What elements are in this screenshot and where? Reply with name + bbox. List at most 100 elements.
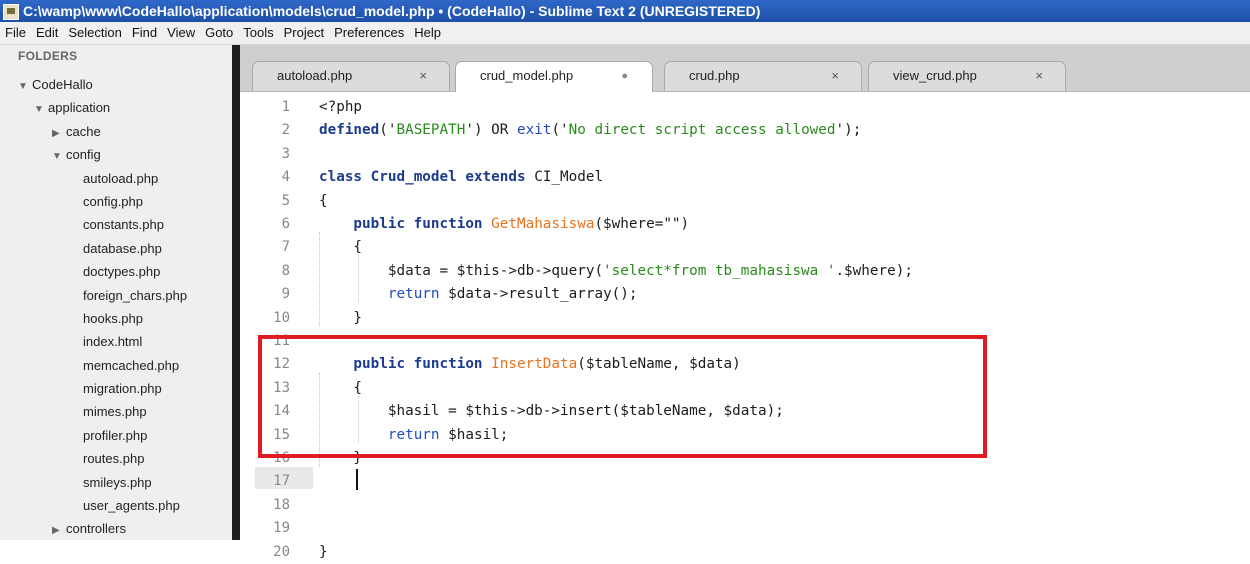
code-token: public function (319, 216, 492, 232)
menu-help[interactable]: Help (409, 22, 446, 44)
code-token: <?php (319, 99, 363, 115)
file-item-user-agents-php[interactable]: user_agents.php (0, 494, 232, 517)
code-token: $data->result_array(); (448, 286, 638, 303)
sidebar-splitter[interactable] (232, 45, 240, 540)
close-tab-icon[interactable]: × (831, 62, 839, 90)
file-item-hooks-php[interactable]: hooks.php (0, 307, 232, 330)
disclosure-expanded-icon[interactable]: ▼ (34, 98, 48, 121)
tab-crud-model-php[interactable]: crud_model.php ● (455, 61, 653, 92)
close-tab-icon[interactable]: × (1035, 62, 1043, 90)
text-cursor (356, 469, 358, 490)
line-number: 10 (273, 309, 290, 326)
file-item-index-html[interactable]: index.html (0, 330, 232, 353)
line-number: 20 (273, 543, 290, 560)
tree-item-label: profiler.php (83, 427, 148, 443)
menu-project[interactable]: Project (279, 22, 329, 44)
menu-preferences[interactable]: Preferences (329, 22, 409, 44)
code-token: { (319, 239, 363, 256)
menu-goto[interactable]: Goto (200, 22, 238, 44)
file-item-smileys-php[interactable]: smileys.php (0, 471, 232, 494)
code-line[interactable]: $data = $this->db->query('select*from tb… (319, 260, 913, 283)
tree-item-label: smileys.php (83, 474, 152, 490)
folder-item-config[interactable]: ▼ config (0, 143, 232, 166)
tab-label: crud_model.php (480, 68, 574, 83)
menu-view[interactable]: View (162, 22, 200, 44)
menu-tools[interactable]: Tools (238, 22, 278, 44)
file-item-memcached-php[interactable]: memcached.php (0, 354, 232, 377)
code-token: } (319, 309, 363, 326)
folder-item-codehallo[interactable]: ▼ CodeHallo (0, 73, 232, 96)
tree-item-label: routes.php (83, 451, 145, 467)
file-item-constants-php[interactable]: constants.php (0, 213, 232, 236)
code-editor[interactable]: 1 2 3 4 5 6 7 8 9 10 11 12 13 14 15 16 17 18 19 20 <?php def… (240, 92, 1250, 560)
tree-item-label: user_agents.php (83, 498, 180, 514)
line-number: 17 (273, 473, 290, 490)
code-line[interactable]: } (319, 541, 328, 564)
code-line[interactable]: defined('BASEPATH') OR exit('No direct s… (319, 119, 861, 142)
code-line[interactable]: public function GetMahasiswa($where="") (319, 213, 689, 236)
disclosure-expanded-icon[interactable]: ▼ (18, 75, 32, 98)
code-token: return (387, 286, 449, 303)
tab-autoload-php[interactable]: autoload.php × (252, 61, 450, 91)
tree-item-label: config.php (83, 193, 143, 209)
code-token: Crud_model (370, 169, 466, 186)
code-token: defined (319, 122, 380, 139)
code-token: CI_Model (534, 169, 604, 186)
tree-item-label: config (66, 147, 101, 163)
line-number: 18 (273, 496, 290, 513)
tab-crud-php[interactable]: crud.php × (664, 61, 862, 91)
code-line[interactable]: { (319, 190, 328, 213)
tree-item-label: mimes.php (83, 404, 147, 420)
code-token: GetMahasiswa (491, 216, 595, 232)
folder-item-controllers[interactable]: ▶ controllers (0, 517, 232, 540)
disclosure-collapsed-icon[interactable]: ▶ (52, 519, 66, 540)
tab-bar: autoload.php × crud_model.php ● crud.php × vie… (240, 45, 1250, 92)
tab-view-crud-php[interactable]: view_crud.php × (868, 61, 1066, 91)
tree-item-label: memcached.php (83, 357, 180, 373)
tree-item-label: doctypes.php (83, 264, 161, 280)
menu-find[interactable]: Find (127, 22, 162, 44)
code-line[interactable]: } (319, 307, 362, 330)
code-token: ($where="") (594, 216, 690, 232)
code-line[interactable]: { (319, 236, 362, 259)
tab-label: view_crud.php (893, 68, 977, 83)
file-item-profiler-php[interactable]: profiler.php (0, 424, 232, 447)
line-number: 6 (281, 216, 290, 232)
code-token: $data = $this->db->query( (319, 262, 604, 279)
folder-item-application[interactable]: ▼ application (0, 96, 232, 119)
tree-item-label: application (48, 100, 111, 116)
close-tab-icon[interactable]: × (419, 62, 427, 90)
file-item-migration-php[interactable]: migration.php (0, 377, 232, 400)
tree-item-label: constants.php (83, 217, 164, 233)
file-item-doctypes-php[interactable]: doctypes.php (0, 260, 232, 283)
folder-item-cache[interactable]: ▶ cache (0, 120, 232, 143)
code-line[interactable]: <?php (319, 96, 362, 119)
folder-tree: ▼ CodeHallo ▼ application ▶ cache ▼ config autol… (0, 73, 232, 540)
menu-selection[interactable]: Selection (63, 22, 126, 44)
code-line[interactable]: return $data->result_array(); (319, 283, 638, 306)
line-number: 19 (273, 520, 290, 537)
sidebar: FOLDERS ▼ CodeHallo ▼ application ▶ cache ▼ con… (0, 45, 232, 540)
line-number: 1 (281, 99, 290, 115)
disclosure-expanded-icon[interactable]: ▼ (52, 145, 66, 168)
code-token: 'select*from tb_mahasiswa ' (603, 262, 836, 279)
disclosure-collapsed-icon[interactable]: ▶ (52, 122, 66, 145)
file-item-mimes-php[interactable]: mimes.php (0, 400, 232, 423)
code-token: BASEPATH (396, 122, 466, 139)
menu-file[interactable]: File (0, 22, 31, 44)
unsaved-dot-icon[interactable]: ● (621, 62, 628, 90)
window-title-bar[interactable]: C:\wamp\www\CodeHallo\application\models… (0, 0, 1250, 22)
tree-item-label: database.php (83, 240, 162, 256)
line-number: 9 (281, 286, 290, 303)
file-item-foreign-chars-php[interactable]: foreign_chars.php (0, 284, 232, 307)
tab-label: crud.php (689, 68, 740, 83)
menu-edit[interactable]: Edit (31, 22, 63, 44)
code-line[interactable]: class Crud_model extends CI_Model (319, 166, 603, 189)
file-item-database-php[interactable]: database.php (0, 237, 232, 260)
code-token: class (319, 169, 371, 186)
file-item-config-php[interactable]: config.php (0, 190, 232, 213)
file-item-routes-php[interactable]: routes.php (0, 447, 232, 470)
sublime-app-icon[interactable] (3, 4, 19, 20)
file-item-autoload-php[interactable]: autoload.php (0, 167, 232, 190)
